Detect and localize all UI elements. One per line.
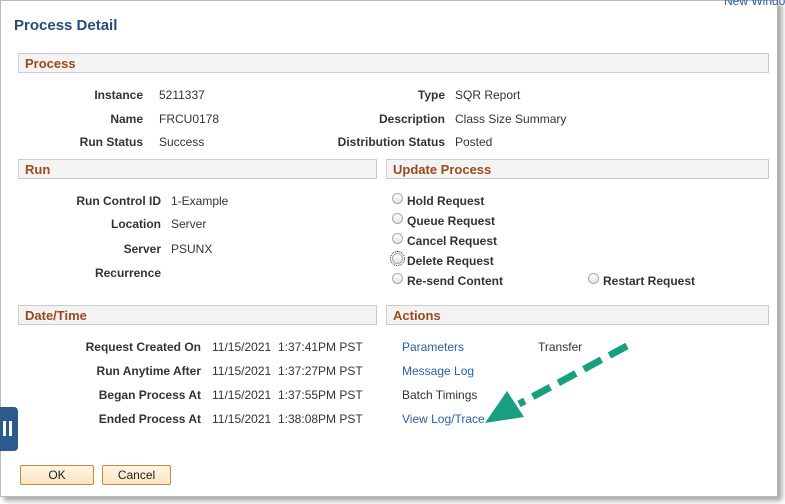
ok-button[interactable]: OK xyxy=(20,465,94,485)
annotation-arrow-icon xyxy=(485,342,629,423)
pause-bar-icon xyxy=(3,421,6,436)
cancel-button[interactable]: Cancel xyxy=(102,465,171,485)
side-panel-toggle[interactable] xyxy=(0,407,18,451)
process-detail-window: New Window Process Detail Process Instan… xyxy=(0,0,785,497)
pause-bar-icon xyxy=(9,421,12,436)
